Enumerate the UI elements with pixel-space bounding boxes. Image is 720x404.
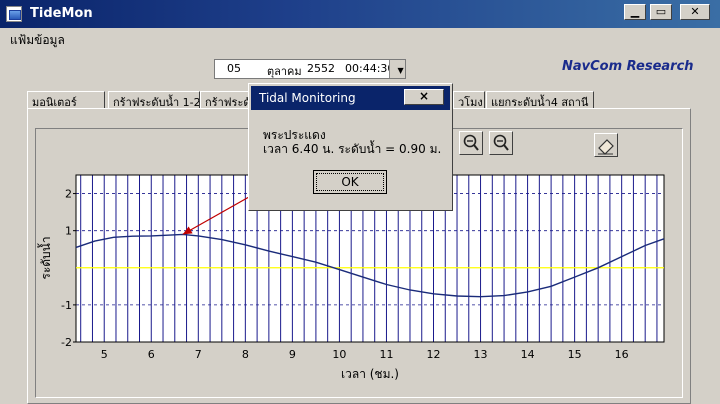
dialog-title-bar[interactable]: Tidal Monitoring × — [251, 86, 450, 110]
x-tick-label: 16 — [615, 348, 629, 361]
dialog-title: Tidal Monitoring — [259, 91, 356, 105]
zoom-in-button[interactable] — [459, 131, 483, 155]
tidal-monitoring-dialog: Tidal Monitoring × พระประแดง เวลา 6.40 น… — [248, 83, 453, 211]
main-window: TideMon ▁ ▭ ✕ แฟ้มข้อมูล 05 ตุลาคม 2552 … — [0, 0, 720, 404]
y-axis-label: ระดับน้ำ — [37, 236, 53, 279]
x-tick-label: 5 — [101, 348, 108, 361]
x-tick-label: 14 — [521, 348, 535, 361]
ok-button[interactable]: OK — [313, 170, 387, 194]
eraser-button[interactable] — [594, 133, 618, 157]
x-tick-labels: 5 6 7 8 9 10 11 12 13 14 15 16 — [101, 348, 629, 361]
x-tick-label: 7 — [195, 348, 202, 361]
x-tick-label: 9 — [289, 348, 296, 361]
x-tick-label: 10 — [332, 348, 346, 361]
y-tick-labels: 2 1 -1 -2 — [61, 188, 76, 349]
dialog-close-button[interactable]: × — [404, 89, 444, 105]
dialog-message: เวลา 6.40 น. ระดับน้ำ = 0.90 ม. — [263, 142, 442, 156]
x-tick-label: 15 — [568, 348, 582, 361]
eraser-icon — [598, 139, 614, 155]
x-tick-label: 6 — [148, 348, 155, 361]
y-tick-label: 1 — [65, 225, 72, 238]
x-tick-label: 8 — [242, 348, 249, 361]
y-tick-label: -2 — [61, 336, 72, 349]
x-axis-label: เวลา (ชม.) — [341, 367, 399, 381]
x-tick-label: 12 — [427, 348, 441, 361]
y-tick-label: -1 — [61, 299, 72, 312]
x-tick-label: 13 — [474, 348, 488, 361]
x-tick-label: 11 — [379, 348, 393, 361]
zoom-out-icon — [493, 134, 509, 151]
zoom-in-icon — [463, 134, 479, 151]
zoom-out-button[interactable] — [489, 131, 513, 155]
y-tick-label: 2 — [65, 188, 72, 201]
